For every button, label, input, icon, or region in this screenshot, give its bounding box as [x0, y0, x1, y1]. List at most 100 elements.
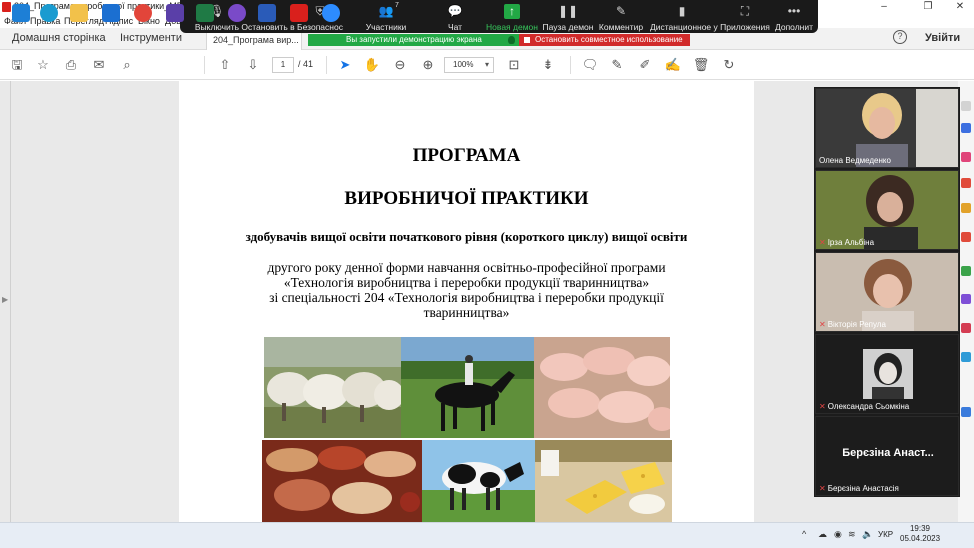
remote-control-button[interactable]: ▮ Дистанционное у — [650, 0, 718, 33]
export-pdf-icon[interactable] — [961, 123, 971, 133]
participant-tile[interactable]: Олена Ведмеденко — [815, 88, 959, 168]
participant-name: ✕ Берєзіна Анастасія — [819, 484, 899, 493]
document-title-2: ВИРОБНИЧОЇ ПРАКТИКИ — [344, 188, 589, 209]
security-label: Безопаснос — [297, 22, 343, 32]
annotate-icon: ✎ — [615, 4, 627, 18]
annotate-button[interactable]: ✎ Комментир — [598, 0, 644, 33]
combine-files-icon[interactable] — [961, 232, 971, 242]
protect-icon[interactable] — [961, 294, 971, 304]
volume-icon[interactable]: 🔈 — [862, 529, 873, 540]
more-tools-icon[interactable] — [961, 352, 971, 362]
hand-tool-icon[interactable]: ✋ — [363, 56, 381, 74]
tab-tools[interactable]: Інструменти — [120, 32, 182, 44]
zoom-level-select[interactable]: 100% — [444, 57, 494, 73]
cloud-icon[interactable] — [961, 407, 971, 417]
create-pdf-icon[interactable] — [961, 152, 971, 162]
select-cursor-icon[interactable]: ➤ — [336, 56, 354, 74]
windows-taskbar — [0, 522, 974, 548]
page-number-input[interactable]: 1 — [272, 57, 294, 73]
participant-name: ✕ Олександра Сьомкіна — [819, 402, 909, 411]
more-label: Дополнит — [774, 22, 814, 32]
fill-sign-icon[interactable] — [961, 323, 971, 333]
new-share-label: Новая демон — [486, 22, 538, 32]
rotate-icon[interactable]: ↻ — [720, 56, 738, 74]
cow-photo — [422, 440, 535, 522]
edge-browser-icon[interactable] — [40, 4, 58, 22]
participants-count: 7 — [395, 2, 399, 9]
chrome-icon[interactable] — [134, 4, 152, 22]
wifi-icon[interactable]: ≋ — [848, 529, 856, 540]
clock-date: 05.04.2023 — [900, 534, 941, 543]
tab-home[interactable]: Домашня сторінка — [12, 32, 106, 44]
zoom-taskbar-icon[interactable] — [322, 4, 340, 22]
shield-icon — [508, 36, 515, 44]
save-icon[interactable]: 🖫 — [8, 56, 26, 74]
muted-mic-icon: ✕ — [819, 238, 826, 247]
file-explorer-icon[interactable] — [70, 4, 88, 22]
sign-icon[interactable]: ✍ — [664, 56, 682, 74]
organize-pages-icon[interactable] — [961, 266, 971, 276]
windows-start-icon[interactable] — [12, 4, 30, 22]
participant-name: Олена Ведмеденко — [819, 156, 891, 165]
tray-overflow-icon[interactable]: ^ — [802, 529, 806, 539]
expand-panel-icon[interactable]: ▶ — [2, 295, 8, 304]
sign-in-link[interactable]: Увійти — [925, 32, 960, 44]
maximize-button[interactable]: ❐ — [914, 0, 942, 14]
participant-name: ✕ Вікторія Репула — [819, 320, 886, 329]
muted-mic-icon: ✕ — [819, 402, 826, 411]
excel-icon[interactable] — [196, 4, 214, 22]
delete-icon[interactable]: 🗑 — [692, 56, 710, 74]
tool-icon[interactable] — [961, 101, 971, 111]
more-button[interactable]: ••• Дополнит — [774, 0, 814, 33]
acrobat-icon — [2, 2, 11, 12]
close-button[interactable]: ✕ — [946, 0, 974, 14]
new-share-button[interactable]: ↑ Новая демон — [484, 0, 540, 33]
zoom-in-icon[interactable]: ⊕ — [419, 56, 437, 74]
edit-pdf-icon[interactable] — [961, 178, 971, 188]
next-page-icon[interactable]: ⇩ — [244, 56, 262, 74]
cloud-sync-icon[interactable]: ☁ — [818, 529, 827, 540]
stop-sharing-label: Остановить совместное использование — [535, 35, 683, 44]
pause-share-button[interactable]: ❚❚ Пауза демон — [542, 0, 594, 33]
highlight-pen-icon[interactable]: ✎ — [608, 56, 626, 74]
stop-sharing-button[interactable]: Остановить совместное использование — [519, 34, 690, 46]
comment-tool-icon[interactable] — [961, 203, 971, 213]
program-line-1: другого року денної форми навчання освіт… — [267, 260, 666, 275]
participant-tile[interactable]: Берєзіна Анаст... ✕ Берєзіна Анастасія — [815, 416, 959, 496]
annotate-label: Комментир — [598, 22, 644, 32]
chat-icon: 💬 — [447, 4, 463, 18]
participant-display-name: Берєзіна Анаст... — [842, 447, 934, 459]
language-indicator[interactable]: УКР — [878, 530, 893, 539]
print-icon[interactable]: ⎙ — [62, 56, 80, 74]
zoom-out-icon[interactable]: ⊖ — [391, 56, 409, 74]
participants-button[interactable]: 👥 7 Участники — [362, 0, 410, 33]
save-app-icon[interactable] — [166, 4, 184, 22]
document-title-1: ПРОГРАМА — [412, 145, 521, 166]
participant-tile[interactable]: ✕ Олександра Сьомкіна — [815, 334, 959, 414]
chat-button[interactable]: 💬 Чат — [442, 0, 468, 33]
email-icon[interactable]: ✉ — [90, 56, 108, 74]
clock-time: 19:39 — [909, 524, 931, 533]
left-panel-rail[interactable]: ▶ — [0, 81, 11, 522]
network-icon[interactable]: ◉ — [834, 529, 842, 540]
apps-button[interactable]: ⛶ Приложения — [720, 0, 770, 33]
bookmark-star-icon[interactable]: ☆ — [34, 56, 52, 74]
word-icon[interactable] — [258, 4, 276, 22]
fit-page-icon[interactable]: ⊡ — [505, 56, 523, 74]
draw-icon[interactable]: ✐ — [636, 56, 654, 74]
tab-document[interactable]: 204_Програма вир... — [206, 30, 302, 50]
mail-icon[interactable] — [102, 4, 120, 22]
acrobat-taskbar-icon[interactable] — [290, 4, 308, 22]
minimize-button[interactable]: – — [870, 0, 898, 14]
previous-page-icon[interactable]: ⇧ — [216, 56, 234, 74]
comment-icon[interactable]: 🗨 — [581, 56, 599, 74]
search-icon[interactable]: ⌕ — [118, 56, 136, 74]
clock[interactable]: 19:39 05.04.2023 — [900, 524, 940, 544]
help-icon[interactable]: ? — [893, 30, 907, 44]
participant-tile[interactable]: ✕ Ірза Альбіна — [815, 170, 959, 250]
scroll-mode-icon[interactable]: ⇟ — [539, 56, 557, 74]
stop-video-label: Остановить в — [241, 22, 295, 32]
stop-icon — [524, 37, 530, 43]
viber-icon[interactable] — [228, 4, 246, 22]
participant-tile[interactable]: ✕ Вікторія Репула — [815, 252, 959, 332]
